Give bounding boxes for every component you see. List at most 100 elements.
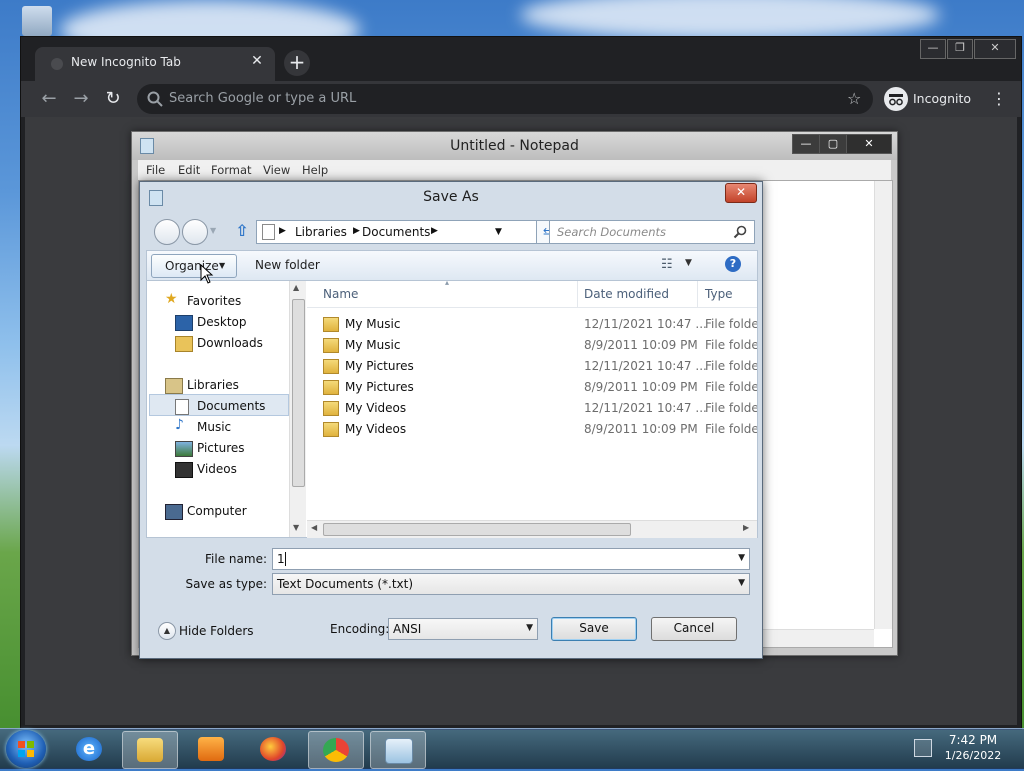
scroll-left-icon[interactable]: ◀ [311, 523, 317, 532]
notepad-vertical-scrollbar[interactable] [874, 181, 892, 629]
table-row[interactable]: My Videos 8/9/2011 10:09 PM File folder [307, 419, 757, 440]
scroll-up-icon[interactable]: ▲ [293, 283, 299, 292]
forward-button[interactable] [182, 219, 208, 245]
tab-new-incognito[interactable]: New Incognito Tab ✕ [35, 47, 275, 81]
folder-icon [323, 317, 339, 332]
notepad-title-bar: Untitled - Notepad — ▢ ✕ [132, 132, 897, 160]
downloads-folder-icon [175, 336, 193, 352]
row-date: 8/9/2011 10:09 PM [584, 338, 698, 352]
nav-downloads[interactable]: Downloads [167, 333, 297, 353]
row-type: File folder [705, 422, 757, 436]
breadcrumb-separator-icon[interactable]: ▶ [353, 226, 360, 236]
nav-favorites[interactable]: ★ Favorites [157, 291, 287, 311]
clock-date[interactable]: 1/26/2022 [940, 749, 1006, 762]
taskbar-media-player[interactable] [184, 731, 238, 767]
table-row[interactable]: My Pictures 12/11/2021 10:47 ... File fo… [307, 356, 757, 377]
bookmark-star-icon[interactable]: ☆ [847, 89, 861, 108]
view-options-dropdown-icon[interactable]: ▼ [685, 258, 692, 268]
navigation-scroll-thumb[interactable] [292, 299, 305, 487]
notepad-minimize-button[interactable]: — [792, 134, 820, 154]
nav-documents[interactable]: Documents [167, 396, 297, 416]
address-dropdown-icon[interactable]: ▼ [495, 227, 502, 237]
nav-computer[interactable]: Computer [157, 501, 287, 521]
save-button[interactable]: Save [551, 617, 637, 641]
taskbar-firefox[interactable] [246, 731, 300, 767]
column-name[interactable]: Name [323, 287, 358, 301]
file-name-input[interactable]: 1 ▼ [272, 548, 750, 570]
sort-indicator-icon: ▴ [445, 278, 450, 287]
menu-file[interactable]: File [146, 163, 165, 177]
taskbar-chrome[interactable] [308, 731, 364, 769]
table-row[interactable]: My Videos 12/11/2021 10:47 ... File fold… [307, 398, 757, 419]
encoding-select[interactable]: ANSI ▼ [388, 618, 538, 640]
breadcrumb-separator-icon[interactable]: ▶ [279, 226, 286, 236]
nav-desktop[interactable]: Desktop [167, 312, 297, 332]
incognito-icon[interactable] [884, 87, 908, 111]
table-row[interactable]: My Music 8/9/2011 10:09 PM File folder [307, 335, 757, 356]
column-type[interactable]: Type [705, 287, 733, 301]
network-icon[interactable] [914, 739, 932, 757]
reload-icon[interactable]: ↻ [103, 89, 123, 109]
change-view-icon[interactable]: ☷ [661, 257, 677, 273]
hide-folders-button[interactable]: Hide Folders [179, 624, 254, 638]
row-date: 8/9/2011 10:09 PM [584, 380, 698, 394]
taskbar-explorer[interactable] [122, 731, 178, 769]
folder-icon [323, 338, 339, 353]
breadcrumb-separator-icon[interactable]: ▶ [431, 226, 438, 236]
taskbar-notepad[interactable] [370, 731, 426, 769]
search-documents-input[interactable]: Search Documents [549, 220, 755, 244]
breadcrumb-documents[interactable]: Documents [362, 225, 430, 239]
column-divider[interactable] [577, 281, 578, 307]
breadcrumb-libraries[interactable]: Libraries [295, 225, 347, 239]
scroll-down-icon[interactable]: ▼ [293, 523, 299, 532]
new-tab-button[interactable]: + [284, 50, 310, 76]
cancel-button[interactable]: Cancel [651, 617, 737, 641]
recycle-bin-icon[interactable] [22, 6, 52, 36]
tab-close-icon[interactable]: ✕ [249, 53, 265, 71]
menu-view[interactable]: View [263, 163, 290, 177]
back-button[interactable] [154, 219, 180, 245]
file-list-scroll-thumb[interactable] [323, 523, 631, 536]
column-date-modified[interactable]: Date modified [584, 287, 669, 301]
chrome-tab-bar: New Incognito Tab ✕ + — ❐ ✕ [21, 37, 1021, 81]
file-list-horizontal-scrollbar[interactable]: ◀ ▶ [307, 520, 757, 538]
recent-pages-chevron-icon[interactable]: ▼ [210, 226, 216, 235]
file-name-dropdown-icon[interactable]: ▼ [738, 553, 745, 563]
table-row[interactable]: My Music 12/11/2021 10:47 ... File folde… [307, 314, 757, 335]
omnibox[interactable]: Search Google or type a URL ☆ [137, 84, 873, 114]
menu-format[interactable]: Format [211, 163, 252, 177]
table-row[interactable]: My Pictures 8/9/2011 10:09 PM File folde… [307, 377, 757, 398]
nav-pictures[interactable]: Pictures [167, 438, 297, 458]
navigation-scrollbar[interactable]: ▲ ▼ [289, 281, 306, 537]
encoding-dropdown-icon[interactable]: ▼ [526, 623, 533, 633]
up-arrow-icon[interactable]: ⇧ [234, 221, 250, 240]
address-bar[interactable]: ▶ Libraries ▶ Documents ▶ ▼ [256, 220, 538, 244]
dialog-close-button[interactable]: ✕ [725, 183, 757, 203]
menu-edit[interactable]: Edit [178, 163, 200, 177]
hide-folders-chevron-icon[interactable]: ▲ [158, 622, 176, 640]
scroll-right-icon[interactable]: ▶ [743, 523, 749, 532]
back-arrow-icon[interactable]: ← [39, 89, 59, 109]
column-divider[interactable] [697, 281, 698, 307]
forward-arrow-icon[interactable]: → [71, 89, 91, 109]
save-type-dropdown-icon[interactable]: ▼ [738, 578, 745, 588]
notepad-maximize-button[interactable]: ▢ [819, 134, 847, 154]
start-button[interactable] [6, 730, 46, 768]
chrome-menu-icon[interactable]: ⋮ [991, 89, 1007, 108]
maximize-button[interactable]: ❐ [947, 39, 973, 59]
taskbar-internet-explorer[interactable]: e [62, 731, 116, 767]
save-type-select[interactable]: Text Documents (*.txt) ▼ [272, 573, 750, 595]
nav-videos[interactable]: Videos [167, 459, 297, 479]
row-date: 12/11/2021 10:47 ... [584, 359, 707, 373]
nav-music[interactable]: ♪ Music [167, 417, 297, 437]
minimize-button[interactable]: — [920, 39, 946, 59]
new-folder-button[interactable]: New folder [255, 258, 320, 272]
help-icon[interactable]: ? [725, 256, 741, 272]
notepad-close-button[interactable]: ✕ [846, 134, 892, 154]
organize-button[interactable]: Organize ▼ [151, 254, 237, 278]
nav-documents-label: Documents [197, 399, 266, 413]
clock-time[interactable]: 7:42 PM [940, 733, 1006, 747]
nav-libraries[interactable]: Libraries [157, 375, 287, 395]
menu-help[interactable]: Help [302, 163, 328, 177]
close-button[interactable]: ✕ [974, 39, 1016, 59]
